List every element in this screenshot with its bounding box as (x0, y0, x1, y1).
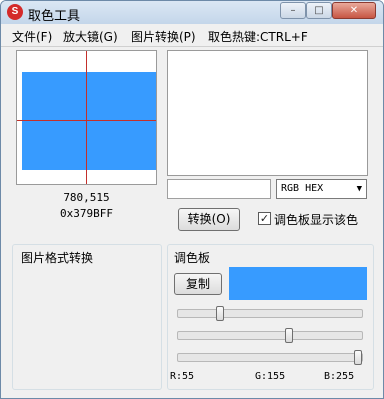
app-window: S 取色工具 – □ ✕ 文件(F) 放大镜(G) 图片转换(P) 取色热键:C… (0, 0, 384, 399)
picked-hex-value: 0x379BFF (60, 207, 113, 220)
convert-button[interactable]: 转换(O) (178, 208, 240, 231)
blue-value-label: B:255 (324, 371, 355, 382)
palette-group-title: 调色板 (172, 249, 213, 266)
title-bar[interactable]: S 取色工具 – □ ✕ (1, 1, 383, 24)
picked-color-swatch (22, 72, 156, 170)
crosshair-vertical (86, 51, 87, 184)
cursor-coordinates: 780,515 (63, 191, 110, 204)
green-value-label: G:155 (255, 371, 286, 382)
palette-color-swatch (229, 267, 367, 300)
window-title: 取色工具 (28, 9, 81, 24)
close-button[interactable]: ✕ (332, 2, 376, 19)
color-value-input[interactable] (167, 179, 271, 199)
maximize-button[interactable]: □ (306, 2, 332, 19)
app-logo-icon: S (7, 4, 23, 20)
red-value-label: R:55 (170, 371, 195, 382)
palette-show-color-checkbox[interactable]: ✓ (258, 212, 271, 225)
menu-magnifier[interactable]: 放大镜(G) (63, 28, 118, 45)
color-format-select[interactable]: RGB HEX ▼ (276, 179, 367, 199)
blue-slider-thumb[interactable] (354, 350, 362, 365)
minimize-button[interactable]: – (280, 2, 306, 19)
blue-slider[interactable] (177, 350, 363, 365)
image-format-group-title: 图片格式转换 (19, 249, 96, 266)
menu-image-convert[interactable]: 图片转换(P) (131, 28, 196, 45)
red-slider[interactable] (177, 306, 363, 321)
green-slider-thumb[interactable] (285, 328, 293, 343)
menu-bar: 文件(F) 放大镜(G) 图片转换(P) 取色热键:CTRL+F (1, 28, 383, 46)
palette-show-color-label: 调色板显示该色 (274, 213, 359, 227)
red-slider-thumb[interactable] (216, 306, 224, 321)
copy-button[interactable]: 复制 (174, 273, 222, 295)
chevron-down-icon: ▼ (356, 184, 362, 194)
menu-divider (1, 46, 383, 47)
menu-file[interactable]: 文件(F) (12, 28, 52, 45)
color-format-value: RGB HEX (281, 183, 324, 194)
menu-hotkey[interactable]: 取色热键:CTRL+F (208, 28, 308, 45)
color-picker-view[interactable] (16, 50, 157, 185)
image-preview-area (167, 50, 368, 176)
green-slider[interactable] (177, 328, 363, 343)
